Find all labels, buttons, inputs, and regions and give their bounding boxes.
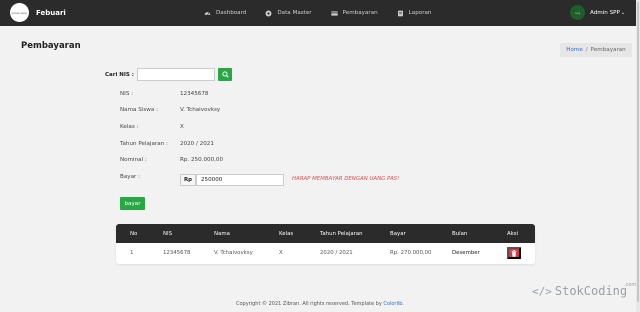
breadcrumb-current: Pembayaran (590, 47, 626, 53)
column-header-kelas: Kelas (279, 231, 294, 237)
user-menu[interactable]: oog Admin SPP ⌄ (570, 5, 625, 20)
cell-kelas: X (279, 250, 283, 256)
info-value: Rp. 250.000,00 (180, 157, 224, 163)
nav-item-pembayaran[interactable]: Pembayaran (330, 10, 378, 17)
cell-no: 1 (130, 250, 134, 256)
info-label: Nama Siswa : (120, 107, 158, 113)
trash-icon (511, 249, 517, 257)
info-value: 12345678 (180, 91, 209, 97)
logo-text: jones oper (11, 10, 28, 15)
column-header-no: No (130, 231, 138, 237)
watermark-suffix: .com (624, 282, 637, 288)
code-icon: </> (532, 284, 552, 298)
payment-history-table: No NIS Nama Kelas Tahun Pelajaran Bayar … (116, 224, 535, 264)
cell-bulan: Desember (452, 250, 480, 256)
footer-link[interactable]: Colorlib. (383, 301, 404, 307)
pay-button[interactable]: bayar (120, 197, 145, 210)
nav-item-label: Data Master (277, 10, 312, 16)
watermark-text: StokCoding (554, 284, 628, 298)
school-logo: jones oper (10, 3, 29, 22)
breadcrumb: Home / Pembayaran (560, 43, 632, 57)
column-header-nama: Nama (214, 231, 230, 237)
nav-item-label: Pembayaran (342, 10, 378, 16)
cell-nis: 12345678 (163, 250, 191, 256)
top-navbar: jones oper Febuari Dashboard Data Master… (0, 0, 640, 26)
breadcrumb-home-link[interactable]: Home (566, 47, 583, 53)
brand[interactable]: jones oper Febuari (10, 3, 66, 22)
cell-nama: V. Tchaivovksy (214, 250, 253, 256)
info-label: Kelas : (120, 124, 139, 130)
column-header-bayar: Bayar (390, 231, 406, 237)
nav-item-label: Laporan (408, 10, 432, 16)
chevron-down-icon: ⌄ (620, 9, 626, 16)
column-header-nis: NIS (163, 231, 173, 237)
amount-input[interactable] (196, 174, 284, 186)
footer-text: Copyright © 2021 Zibran. All rights rese… (236, 301, 382, 307)
cell-tahun-pelajaran: 2020 / 2021 (320, 250, 353, 256)
search-button[interactable] (218, 68, 232, 81)
info-label: Nominal : (120, 157, 147, 163)
scrollbar-thumb[interactable] (637, 2, 639, 302)
column-header-aksi: Aksi (507, 231, 519, 237)
search-icon (221, 71, 229, 78)
report-icon (397, 10, 404, 17)
search-input[interactable] (137, 68, 215, 81)
info-value: X (180, 124, 184, 130)
stokcoding-watermark: </> StokCoding .com (532, 282, 636, 298)
main-nav: Dashboard Data Master Pembayaran Laporan (204, 0, 450, 26)
breadcrumb-separator: / (585, 47, 588, 53)
column-header-tahun-pelajaran: Tahun Pelajaran (320, 231, 363, 237)
table-header: No NIS Nama Kelas Tahun Pelajaran Bayar … (116, 224, 535, 243)
card-icon (330, 10, 338, 17)
info-label: Tahun Pelajaran : (120, 141, 168, 147)
speedometer-icon (204, 10, 211, 17)
footer: Copyright © 2021 Zibran. All rights rese… (0, 301, 640, 307)
currency-addon: Rp (180, 174, 196, 186)
exact-change-warning: HARAP MEMBAYAR DENGAN UANG PAS! (292, 176, 400, 182)
avatar-text: oog (574, 10, 581, 15)
column-header-bulan: Bulan (452, 231, 468, 237)
info-value: 2020 / 2021 (180, 141, 214, 147)
nav-item-laporan[interactable]: Laporan (397, 10, 432, 17)
nav-item-label: Dashboard (216, 10, 247, 16)
cell-bayar: Rp. 270.000,00 (390, 250, 432, 256)
bayar-label: Bayar : (120, 174, 140, 180)
info-label: NIS : (120, 91, 134, 97)
brand-name: Febuari (36, 8, 66, 17)
search-form: Cari NIS : (105, 68, 232, 81)
delete-button[interactable] (507, 247, 521, 259)
search-label: Cari NIS : (105, 71, 134, 78)
dotcircle-icon (265, 10, 272, 17)
nav-item-data-master[interactable]: Data Master (265, 10, 312, 17)
nav-item-dashboard[interactable]: Dashboard (204, 10, 246, 17)
table-row: 1 12345678 V. Tchaivovksy X 2020 / 2021 … (116, 243, 535, 264)
page-title: Pembayaran (21, 41, 81, 51)
info-value: V. Tchaivovksy (180, 107, 221, 113)
avatar: oog (570, 5, 585, 20)
user-name: Admin SPP (590, 9, 620, 16)
